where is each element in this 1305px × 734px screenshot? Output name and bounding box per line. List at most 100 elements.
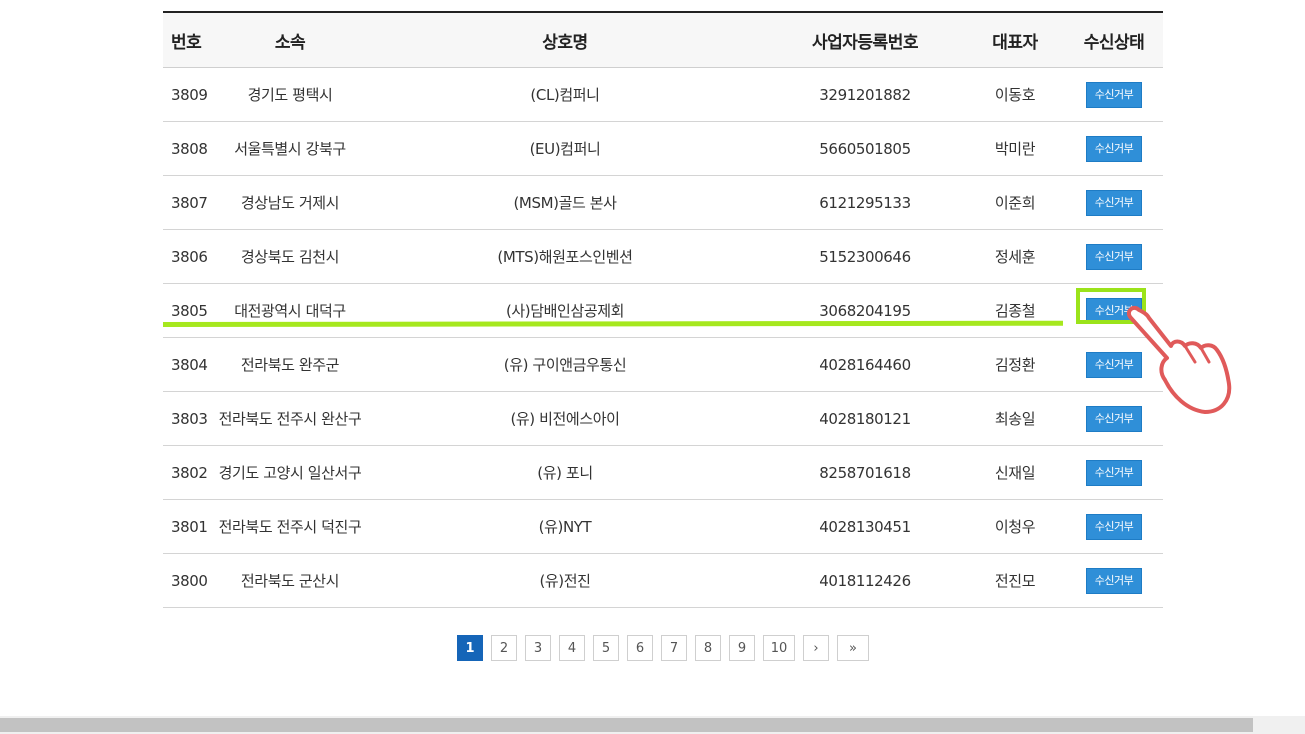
cell-affiliation: 대전광역시 대덕구 [215,283,365,338]
reject-status-button[interactable]: 수신거부 [1086,135,1142,162]
cell-ceo: 이청우 [965,499,1065,554]
page-button-7[interactable]: 7 [661,635,687,661]
reject-status-button[interactable]: 수신거부 [1086,243,1142,270]
table-row: 3800 전라북도 군산시 (유)전진 4018112426 전진모 수신거부 [163,553,1163,608]
cell-company: (MTS)해원포스인벤션 [365,229,765,284]
cell-affiliation: 경상북도 김천시 [215,229,365,284]
page-button-9[interactable]: 9 [729,635,755,661]
cell-status: 수신거부 [1065,445,1163,500]
page-button-6[interactable]: 6 [627,635,653,661]
cell-affiliation: 경상남도 거제시 [215,175,365,230]
reject-status-button[interactable]: 수신거부 [1086,189,1142,216]
cell-no: 3806 [163,229,215,284]
table-row: 3801 전라북도 전주시 덕진구 (유)NYT 4028130451 이청우 수신거부 [163,499,1163,554]
cell-status: 수신거부 [1065,121,1163,176]
business-table: 번호 소속 상호명 사업자등록번호 대표자 수신상태 3809 경기도 평택시 (C… [163,13,1163,608]
cell-no: 3803 [163,391,215,446]
table-body: 3809 경기도 평택시 (CL)컴퍼니 3291201882 이동호 수신거부 3808 서… [163,67,1163,608]
cell-company: (사)담배인삼공제회 [365,283,765,338]
table-row: 3807 경상남도 거제시 (MSM)골드 본사 6121295133 이준희 수신거부 [163,175,1163,230]
cell-no: 3800 [163,553,215,608]
business-table-container: 번호 소속 상호명 사업자등록번호 대표자 수신상태 3809 경기도 평택시 (C… [163,11,1163,608]
cell-no: 3807 [163,175,215,230]
cell-company: (MSM)골드 본사 [365,175,765,230]
reject-status-button[interactable]: 수신거부 [1086,81,1142,108]
cell-affiliation: 전라북도 전주시 덕진구 [215,499,365,554]
page-button-10[interactable]: 10 [763,635,795,661]
cell-business-no: 5660501805 [765,121,965,176]
cell-business-no: 3291201882 [765,67,965,122]
cell-business-no: 4028180121 [765,391,965,446]
cell-ceo: 신재일 [965,445,1065,500]
cell-company: (유) 비전에스아이 [365,391,765,446]
header-ceo: 대표자 [965,13,1065,68]
page-button-5[interactable]: 5 [593,635,619,661]
cell-affiliation: 서울특별시 강북구 [215,121,365,176]
cell-ceo: 정세훈 [965,229,1065,284]
cell-ceo: 이준희 [965,175,1065,230]
cell-no: 3801 [163,499,215,554]
page-button-3[interactable]: 3 [525,635,551,661]
page-button-8[interactable]: 8 [695,635,721,661]
page-button-4[interactable]: 4 [559,635,585,661]
cell-business-no: 4018112426 [765,553,965,608]
cell-company: (EU)컴퍼니 [365,121,765,176]
table-row: 3808 서울특별시 강북구 (EU)컴퍼니 5660501805 박미란 수신거부 [163,121,1163,176]
reject-status-button[interactable]: 수신거부 [1086,459,1142,486]
page-list: 1 2 3 4 5 6 7 8 9 10 [457,635,795,661]
cell-company: (CL)컴퍼니 [365,67,765,122]
reject-status-button[interactable]: 수신거부 [1086,513,1142,540]
header-affiliation: 소속 [215,13,365,68]
cell-no: 3808 [163,121,215,176]
cell-business-no: 5152300646 [765,229,965,284]
table-header: 번호 소속 상호명 사업자등록번호 대표자 수신상태 [163,13,1163,68]
table-row: 3803 전라북도 전주시 완산구 (유) 비전에스아이 4028180121 최송일 수… [163,391,1163,446]
table-row: 3802 경기도 고양시 일산서구 (유) 포니 8258701618 신재일 수신거부 [163,445,1163,500]
cell-ceo: 전진모 [965,553,1065,608]
header-company: 상호명 [365,13,765,68]
cell-business-no: 8258701618 [765,445,965,500]
reject-status-button[interactable]: 수신거부 [1086,567,1142,594]
cell-ceo: 김종철 [965,283,1065,338]
cell-affiliation: 전라북도 군산시 [215,553,365,608]
cell-company: (유) 포니 [365,445,765,500]
cell-status: 수신거부 [1065,67,1163,122]
pointing-hand-icon [1126,305,1232,414]
table-row: 3805 대전광역시 대덕구 (사)담배인삼공제회 3068204195 김종철 수신거부 [163,283,1163,338]
cell-ceo: 이동호 [965,67,1065,122]
cell-ceo: 박미란 [965,121,1065,176]
cell-no: 3809 [163,67,215,122]
cell-affiliation: 경기도 고양시 일산서구 [215,445,365,500]
page-button-1[interactable]: 1 [457,635,483,661]
cell-affiliation: 경기도 평택시 [215,67,365,122]
cell-affiliation: 전라북도 완주군 [215,337,365,392]
page-button-2[interactable]: 2 [491,635,517,661]
cell-business-no: 4028130451 [765,499,965,554]
cell-ceo: 최송일 [965,391,1065,446]
cell-company: (유)NYT [365,499,765,554]
last-page-button[interactable]: » [837,635,869,661]
next-page-button[interactable]: › [803,635,829,661]
cell-affiliation: 전라북도 전주시 완산구 [215,391,365,446]
cell-company: (유)전진 [365,553,765,608]
cell-company: (유) 구이앤금우통신 [365,337,765,392]
cell-status: 수신거부 [1065,499,1163,554]
cell-status: 수신거부 [1065,553,1163,608]
horizontal-scrollbar[interactable] [0,716,1305,734]
table-row: 3804 전라북도 완주군 (유) 구이앤금우통신 4028164460 김정환 수신거부 [163,337,1163,392]
header-no: 번호 [163,13,215,68]
table-row: 3809 경기도 평택시 (CL)컴퍼니 3291201882 이동호 수신거부 [163,67,1163,122]
cell-no: 3805 [163,283,215,338]
header-status: 수신상태 [1065,13,1163,68]
header-business-no: 사업자등록번호 [765,13,965,68]
pagination: 1 2 3 4 5 6 7 8 9 10 › » [457,635,869,661]
cell-business-no: 3068204195 [765,283,965,338]
cell-no: 3802 [163,445,215,500]
scrollbar-thumb[interactable] [0,718,1253,732]
cell-business-no: 6121295133 [765,175,965,230]
cell-ceo: 김정환 [965,337,1065,392]
cell-no: 3804 [163,337,215,392]
cell-status: 수신거부 [1065,175,1163,230]
table-row: 3806 경상북도 김천시 (MTS)해원포스인벤션 5152300646 정세훈 수신거… [163,229,1163,284]
cell-status: 수신거부 [1065,229,1163,284]
